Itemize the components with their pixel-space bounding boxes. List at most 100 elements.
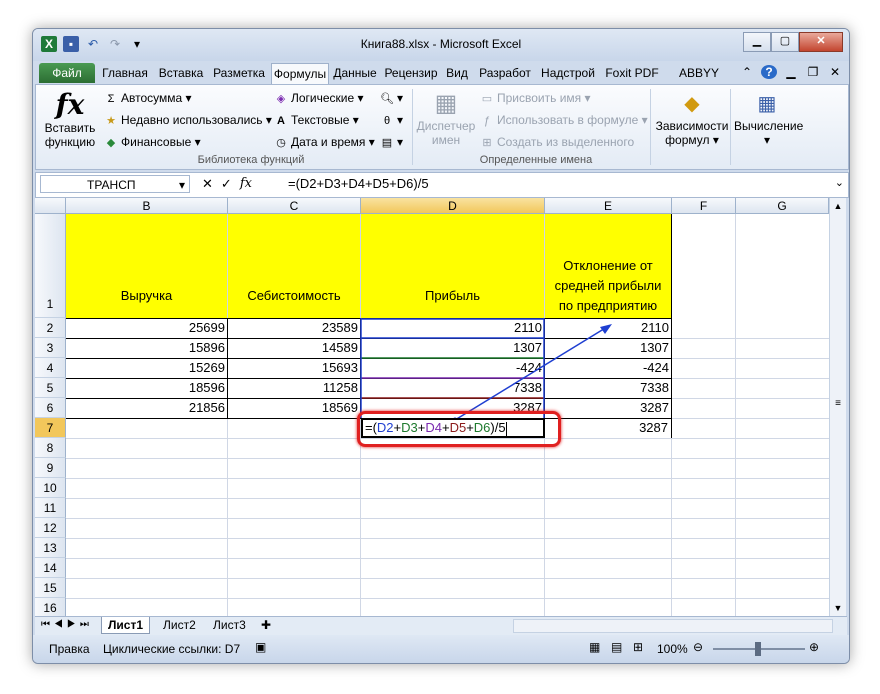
tab-file[interactable]: Файл (39, 63, 95, 83)
view-page-break-icon[interactable]: ⊞ (633, 640, 643, 654)
cell-d2[interactable]: 2110 (361, 318, 545, 338)
zoom-slider-thumb[interactable] (755, 642, 761, 656)
cell-b5[interactable]: 18596 (66, 378, 228, 398)
macro-record-icon[interactable]: ▣ (255, 640, 266, 654)
zoom-level[interactable]: 100% (657, 642, 688, 656)
row-header-9[interactable]: 9 (35, 458, 66, 478)
tab-layout[interactable]: Разметка (211, 63, 267, 83)
more-functions-button[interactable]: ▤ ▾ (380, 135, 403, 150)
cell-b6[interactable]: 21856 (66, 398, 228, 418)
cell-e2[interactable]: 2110 (545, 318, 672, 338)
vertical-scrollbar[interactable]: ▲ ≡ ▼ (829, 198, 846, 616)
expand-formula-bar-icon[interactable]: ⌄ (835, 176, 844, 189)
datetime-button[interactable]: ◷ Дата и время ▾ (274, 135, 375, 150)
cell-c5[interactable]: 11258 (228, 378, 361, 398)
cell-b4[interactable]: 15269 (66, 358, 228, 378)
status-circular-refs[interactable]: Циклические ссылки: D7 (103, 642, 240, 656)
cell-c3[interactable]: 14589 (228, 338, 361, 358)
row-header-3[interactable]: 3 (35, 338, 66, 358)
tab-developer[interactable]: Разработ (475, 63, 535, 83)
enter-icon[interactable]: ✓ (221, 176, 232, 192)
scroll-up-icon[interactable]: ▲ (830, 198, 846, 214)
formula-auditing-button[interactable]: ◆ Зависимости формул ▾ (654, 89, 730, 147)
cell-e4[interactable]: -424 (545, 358, 672, 378)
cell-d4[interactable]: -424 (361, 358, 545, 378)
tab-abbyy[interactable]: ABBYY PDF (667, 63, 731, 100)
cancel-icon[interactable]: ✕ (202, 176, 213, 192)
cell-c4[interactable]: 15693 (228, 358, 361, 378)
cell-c6[interactable]: 18569 (228, 398, 361, 418)
column-header-g[interactable]: G (736, 198, 829, 214)
tab-insert[interactable]: Вставка (155, 63, 207, 83)
cell-e7[interactable]: 3287 (545, 418, 672, 438)
assign-name-button[interactable]: ▭ Присвоить имя ▾ (480, 91, 591, 106)
row-header-16[interactable]: 16 (35, 598, 66, 616)
formula-input[interactable]: =(D2+D3+D4+D5+D6)/5 (288, 175, 429, 193)
row-header-1[interactable]: 1 (35, 214, 66, 318)
insert-function-button[interactable]: fx Вставить функцию (42, 89, 98, 150)
sheet-nav-buttons[interactable]: ⏮◀▶⏭ (41, 617, 93, 633)
sheet-tab-1[interactable]: Лист1 (101, 617, 151, 634)
tab-foxit[interactable]: Foxit PDF (601, 63, 663, 83)
row-header-4[interactable]: 4 (35, 358, 66, 378)
column-header-d[interactable]: D (361, 198, 545, 214)
cell-e5[interactable]: 7338 (545, 378, 672, 398)
row-header-14[interactable]: 14 (35, 558, 66, 578)
view-page-layout-icon[interactable]: ▤ (611, 640, 622, 654)
name-manager-button[interactable]: ▦ Диспетчер имен (416, 89, 476, 147)
header-cell-profit[interactable]: Прибыль (361, 214, 545, 318)
sheet-tab-3[interactable]: Лист3 (207, 617, 252, 633)
use-in-formula-button[interactable]: ƒ Использовать в формуле ▾ (480, 113, 648, 128)
header-cell-cost[interactable]: Себистоимость (228, 214, 361, 318)
cell-b3[interactable]: 15896 (66, 338, 228, 358)
calculation-button[interactable]: ▦ Вычисление ▾ (734, 89, 803, 147)
cell-d5[interactable]: 7338 (361, 378, 545, 398)
row-header-12[interactable]: 12 (35, 518, 66, 538)
sheet-tab-2[interactable]: Лист2 (157, 617, 202, 633)
minimize-button[interactable]: ▁ (743, 32, 771, 52)
cell-b2[interactable]: 25699 (66, 318, 228, 338)
name-box[interactable]: ТРАНСП ▾ (40, 175, 190, 193)
doc-restore-icon[interactable]: ❐ (805, 65, 821, 79)
row-header-13[interactable]: 13 (35, 538, 66, 558)
doc-minimize-icon[interactable]: ▁ (783, 65, 799, 79)
tab-data[interactable]: Данные (331, 63, 379, 83)
split-handle-icon[interactable]: ≡ (830, 398, 846, 409)
recent-button[interactable]: ★ Недавно использовались ▾ (104, 113, 272, 128)
row-header-11[interactable]: 11 (35, 498, 66, 518)
ribbon-collapse-icon[interactable]: ⌃ (739, 65, 755, 79)
scroll-down-icon[interactable]: ▼ (830, 600, 846, 616)
column-header-f[interactable]: F (672, 198, 736, 214)
row-header-10[interactable]: 10 (35, 478, 66, 498)
math-button[interactable]: θ ▾ (380, 113, 403, 128)
tab-view[interactable]: Вид (443, 63, 471, 83)
row-header-5[interactable]: 5 (35, 378, 66, 398)
cell-c2[interactable]: 23589 (228, 318, 361, 338)
text-button[interactable]: A Текстовые ▾ (274, 113, 359, 128)
cell-d3[interactable]: 1307 (361, 338, 545, 358)
insert-function-icon[interactable]: fx (240, 176, 252, 192)
maximize-button[interactable]: ▢ (771, 32, 799, 52)
column-header-b[interactable]: B (66, 198, 228, 214)
row-header-2[interactable]: 2 (35, 318, 66, 338)
new-sheet-icon[interactable]: ✚ (255, 617, 277, 633)
horizontal-scrollbar[interactable] (513, 619, 833, 633)
create-from-selection-button[interactable]: ⊞ Создать из выделенного (480, 135, 634, 150)
tab-home[interactable]: Главная (99, 63, 151, 83)
column-header-e[interactable]: E (545, 198, 672, 214)
zoom-in-icon[interactable]: ⊕ (809, 640, 819, 654)
header-cell-revenue[interactable]: Выручка (66, 214, 228, 318)
financial-button[interactable]: ◆ Финансовые ▾ (104, 135, 201, 150)
tab-review[interactable]: Рецензир (383, 63, 439, 83)
cell-e3[interactable]: 1307 (545, 338, 672, 358)
header-cell-deviation[interactable]: Отклонение от средней прибыли по предпри… (545, 214, 672, 318)
row-header-7[interactable]: 7 (35, 418, 66, 438)
column-header-c[interactable]: C (228, 198, 361, 214)
autosum-button[interactable]: Σ Автосумма ▾ (104, 91, 192, 106)
close-button[interactable]: ✕ (799, 32, 843, 52)
tab-addins[interactable]: Надстрой (539, 63, 597, 83)
worksheet-grid[interactable]: B C D E F G 1 2 3 4 5 6 7 8 9 10 11 12 1… (35, 198, 829, 616)
name-box-dropdown-icon[interactable]: ▾ (179, 176, 185, 194)
cell-e6[interactable]: 3287 (545, 398, 672, 418)
select-all-corner[interactable] (35, 198, 66, 214)
